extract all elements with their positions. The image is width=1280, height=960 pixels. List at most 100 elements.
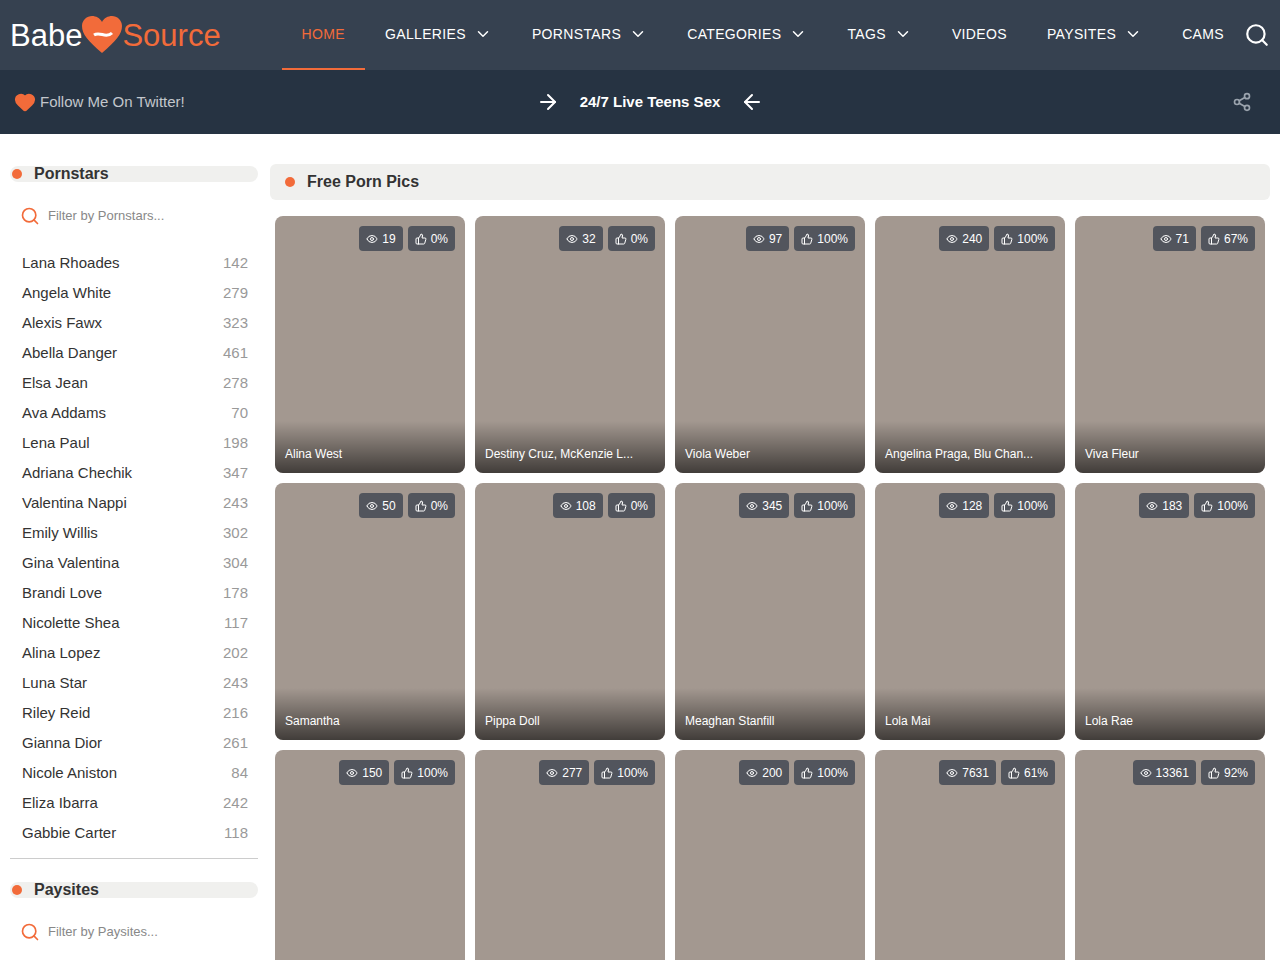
twitter-link[interactable]: Follow Me On Twitter! [14, 91, 314, 114]
likes-badge: 67% [1201, 226, 1255, 251]
gallery-grid: 190%Alina West320%Destiny Cruz, McKenzie… [270, 216, 1270, 960]
pornstar-item[interactable]: Alexis Fawx323 [22, 308, 248, 338]
thumbs-up-icon [615, 500, 627, 512]
gallery-card[interactable]: 240100%Angelina Praga, Blu Chan... [875, 216, 1065, 473]
pornstar-item[interactable]: Alina Lopez202 [22, 638, 248, 668]
gallery-card[interactable]: 763161% [875, 750, 1065, 960]
sub-bar: Follow Me On Twitter!24/7 Live Teens Sex [0, 70, 1280, 134]
pornstar-item[interactable]: Riley Reid216 [22, 698, 248, 728]
gallery-card[interactable]: 500%Samantha [275, 483, 465, 740]
logo[interactable]: BabeSource [0, 0, 282, 70]
thumbs-up-icon [615, 233, 627, 245]
pornstar-item[interactable]: Luna Star243 [22, 668, 248, 698]
eye-icon [946, 500, 958, 512]
eye-icon [753, 233, 765, 245]
card-title: Angelina Praga, Blu Chan... [885, 447, 1033, 461]
views-badge: 108 [553, 493, 603, 518]
gallery-card[interactable]: 150100% [275, 750, 465, 960]
views-badge: 97 [746, 226, 789, 251]
views-badge: 7631 [939, 760, 996, 785]
eye-icon [346, 767, 358, 779]
body: PornstarsFilter by Pornstars...Lana Rhoa… [0, 134, 1280, 960]
pornstar-item[interactable]: Adriana Chechik347 [22, 458, 248, 488]
share-icon[interactable] [1232, 92, 1252, 112]
card-title: Pippa Doll [485, 714, 540, 728]
chevron-down-icon [629, 25, 647, 43]
pornstar-item[interactable]: Gabbie Carter118 [22, 818, 248, 848]
pornstar-item[interactable]: Nicole Aniston84 [22, 758, 248, 788]
nav-item[interactable]: GALLERIES [365, 0, 512, 70]
thumbs-up-icon [415, 233, 427, 245]
gallery-card[interactable]: 320%Destiny Cruz, McKenzie L... [475, 216, 665, 473]
likes-badge: 100% [994, 226, 1055, 251]
gallery-card[interactable]: 128100%Lola Mai [875, 483, 1065, 740]
eye-icon [366, 233, 378, 245]
sidebar-heading: Paysites [10, 882, 258, 898]
nav-item[interactable]: PORNSTARS [512, 0, 667, 70]
pornstar-item[interactable]: Ava Addams70 [22, 398, 248, 428]
eye-icon [746, 767, 758, 779]
card-title: Viva Fleur [1085, 447, 1139, 461]
filter-field[interactable]: Filter by Paysites... [10, 920, 258, 944]
search-icon[interactable] [1244, 22, 1270, 48]
gallery-card[interactable]: 277100% [475, 750, 665, 960]
views-badge: 150 [339, 760, 389, 785]
pornstar-item[interactable]: Nicolette Shea117 [22, 608, 248, 638]
card-title: Samantha [285, 714, 340, 728]
page: BabeSourceHOMEGALLERIESPORNSTARSCATEGORI… [0, 0, 1280, 960]
sidebar: PornstarsFilter by Pornstars...Lana Rhoa… [10, 164, 258, 960]
gallery-card[interactable]: 1336192% [1075, 750, 1265, 960]
pornstar-item[interactable]: Abella Danger461 [22, 338, 248, 368]
gallery-card[interactable]: 1080%Pippa Doll [475, 483, 665, 740]
pornstar-item[interactable]: Lana Rhoades142 [22, 248, 248, 278]
promo-link[interactable]: 24/7 Live Teens Sex [314, 90, 966, 114]
thumbs-up-icon [601, 767, 613, 779]
filter-field[interactable]: Filter by Pornstars... [10, 204, 258, 228]
nav-item[interactable]: TAGS [827, 0, 931, 70]
chevron-down-icon [789, 25, 807, 43]
main-content: Free Porn Pics190%Alina West320%Destiny … [270, 164, 1270, 960]
thumbs-up-icon [1001, 500, 1013, 512]
views-badge: 128 [939, 493, 989, 518]
thumbs-up-icon [801, 767, 813, 779]
likes-badge: 100% [994, 493, 1055, 518]
search-icon [20, 922, 40, 942]
arrow-right-icon [536, 90, 560, 114]
chevron-down-icon [474, 25, 492, 43]
likes-badge: 100% [394, 760, 455, 785]
pornstar-item[interactable]: Angela White279 [22, 278, 248, 308]
nav-item[interactable]: CATEGORIES [667, 0, 827, 70]
thumbs-up-icon [1008, 767, 1020, 779]
chevron-down-icon [894, 25, 912, 43]
nav-item[interactable]: VIDEOS [932, 0, 1027, 70]
eye-icon [1160, 233, 1172, 245]
nav-item[interactable]: HOME [282, 0, 365, 70]
gallery-card[interactable]: 200100% [675, 750, 865, 960]
pornstar-item[interactable]: Eliza Ibarra242 [22, 788, 248, 818]
pornstar-item[interactable]: Gianna Dior261 [22, 728, 248, 758]
pornstar-item[interactable]: Elsa Jean278 [22, 368, 248, 398]
pornstar-item[interactable]: Valentina Nappi243 [22, 488, 248, 518]
pornstar-item[interactable]: Emily Willis302 [22, 518, 248, 548]
gallery-card[interactable]: 97100%Viola Weber [675, 216, 865, 473]
heart-logo-icon [80, 13, 124, 57]
pornstar-item[interactable]: Gina Valentina304 [22, 548, 248, 578]
pornstar-item[interactable]: Lena Paul198 [22, 428, 248, 458]
thumbs-up-icon [801, 233, 813, 245]
nav-item[interactable]: PAYSITES [1027, 0, 1162, 70]
gallery-card[interactable]: 183100%Lola Rae [1075, 483, 1265, 740]
eye-icon [1146, 500, 1158, 512]
gallery-card[interactable]: 190%Alina West [275, 216, 465, 473]
logo-left: Babe [10, 20, 82, 51]
eye-icon [746, 500, 758, 512]
gallery-card[interactable]: 345100%Meaghan Stanfill [675, 483, 865, 740]
thumbs-up-icon [401, 767, 413, 779]
gallery-card[interactable]: 7167%Viva Fleur [1075, 216, 1265, 473]
nav-item[interactable]: CAMS [1162, 0, 1244, 70]
likes-badge: 100% [794, 226, 855, 251]
views-badge: 19 [359, 226, 402, 251]
likes-badge: 0% [408, 226, 455, 251]
pornstar-item[interactable]: Brandi Love178 [22, 578, 248, 608]
likes-badge: 100% [794, 760, 855, 785]
views-badge: 277 [539, 760, 589, 785]
